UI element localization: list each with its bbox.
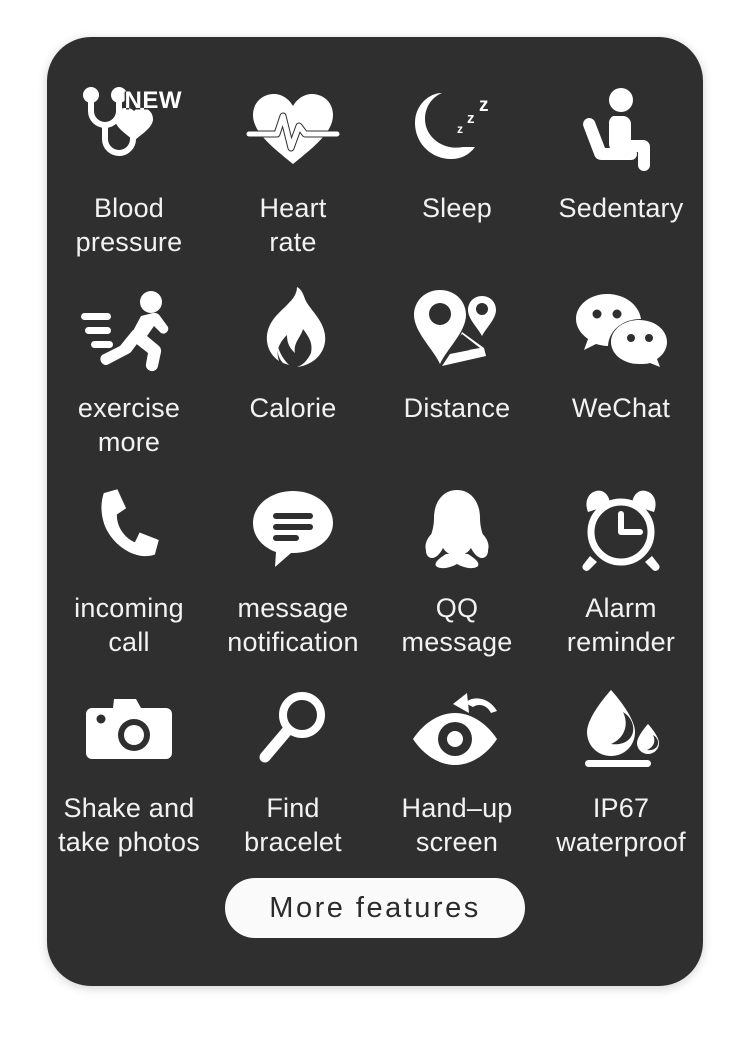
camera-icon xyxy=(74,681,184,777)
more-features-row: More features xyxy=(47,878,703,938)
water-drop-icon xyxy=(566,681,676,777)
wechat-bubbles-icon xyxy=(566,281,676,377)
feature-label: Shake and take photos xyxy=(58,793,200,857)
feature-label: Sedentary xyxy=(558,193,684,223)
feature-label: Sleep xyxy=(421,193,493,223)
stethoscope-heart-icon: NEW xyxy=(74,81,184,177)
feature-label: incoming call xyxy=(74,593,184,657)
message-bubble-icon xyxy=(238,481,348,577)
page-root: NEW Blood pressure Heart rate z z z Slee… xyxy=(0,0,750,1062)
feature-label: WeChat xyxy=(571,393,671,423)
feature-item-sleep[interactable]: z z z Sleep xyxy=(375,77,539,277)
eye-raise-arrow-icon xyxy=(402,681,512,777)
feature-item-shake-take-photos[interactable]: Shake and take photos xyxy=(47,677,211,877)
feature-label: Hand–up screen xyxy=(401,793,513,857)
feature-item-sedentary[interactable]: Sedentary xyxy=(539,77,703,277)
feature-item-ip67-waterproof[interactable]: IP67 waterproof xyxy=(539,677,703,877)
phone-handset-icon xyxy=(74,481,184,577)
feature-item-exercise-more[interactable]: exercise more xyxy=(47,277,211,477)
feature-item-qq-message[interactable]: QQ message xyxy=(375,477,539,677)
sleep-moon-icon: z z z xyxy=(402,81,512,177)
more-features-button[interactable]: More features xyxy=(225,878,525,938)
running-person-icon xyxy=(74,281,184,377)
feature-label: Find bracelet xyxy=(244,793,342,857)
feature-label: Alarm reminder xyxy=(566,593,676,657)
feature-label: QQ message xyxy=(401,593,513,657)
feature-item-message-notification[interactable]: message notification xyxy=(211,477,375,677)
new-badge: NEW xyxy=(124,87,182,114)
feature-grid: NEW Blood pressure Heart rate z z z Slee… xyxy=(47,77,703,877)
feature-label: Calorie xyxy=(249,393,337,423)
qq-penguin-icon xyxy=(402,481,512,577)
feature-label: Distance xyxy=(403,393,511,423)
feature-item-blood-pressure[interactable]: NEW Blood pressure xyxy=(47,77,211,277)
flame-icon xyxy=(238,281,348,377)
feature-item-wechat[interactable]: WeChat xyxy=(539,277,703,477)
feature-label: exercise more xyxy=(77,393,181,457)
feature-label: IP67 waterproof xyxy=(556,793,686,857)
feature-card: NEW Blood pressure Heart rate z z z Slee… xyxy=(47,37,703,986)
magnifier-icon xyxy=(238,681,348,777)
alarm-clock-icon xyxy=(566,481,676,577)
feature-label: Blood pressure xyxy=(75,193,183,257)
feature-item-heart-rate[interactable]: Heart rate xyxy=(211,77,375,277)
feature-item-hand-up-screen[interactable]: Hand–up screen xyxy=(375,677,539,877)
map-pin-route-icon xyxy=(402,281,512,377)
feature-item-alarm-reminder[interactable]: Alarm reminder xyxy=(539,477,703,677)
feature-item-find-bracelet[interactable]: Find bracelet xyxy=(211,677,375,877)
heart-rate-icon xyxy=(238,81,348,177)
svg-text:z: z xyxy=(467,110,475,127)
sedentary-sitting-person-icon xyxy=(566,81,676,177)
feature-item-incoming-call[interactable]: incoming call xyxy=(47,477,211,677)
feature-label: Heart rate xyxy=(259,193,327,257)
svg-text:z: z xyxy=(479,95,489,116)
feature-label: message notification xyxy=(227,593,359,657)
feature-item-distance[interactable]: Distance xyxy=(375,277,539,477)
svg-text:z: z xyxy=(457,122,463,136)
feature-item-calorie[interactable]: Calorie xyxy=(211,277,375,477)
